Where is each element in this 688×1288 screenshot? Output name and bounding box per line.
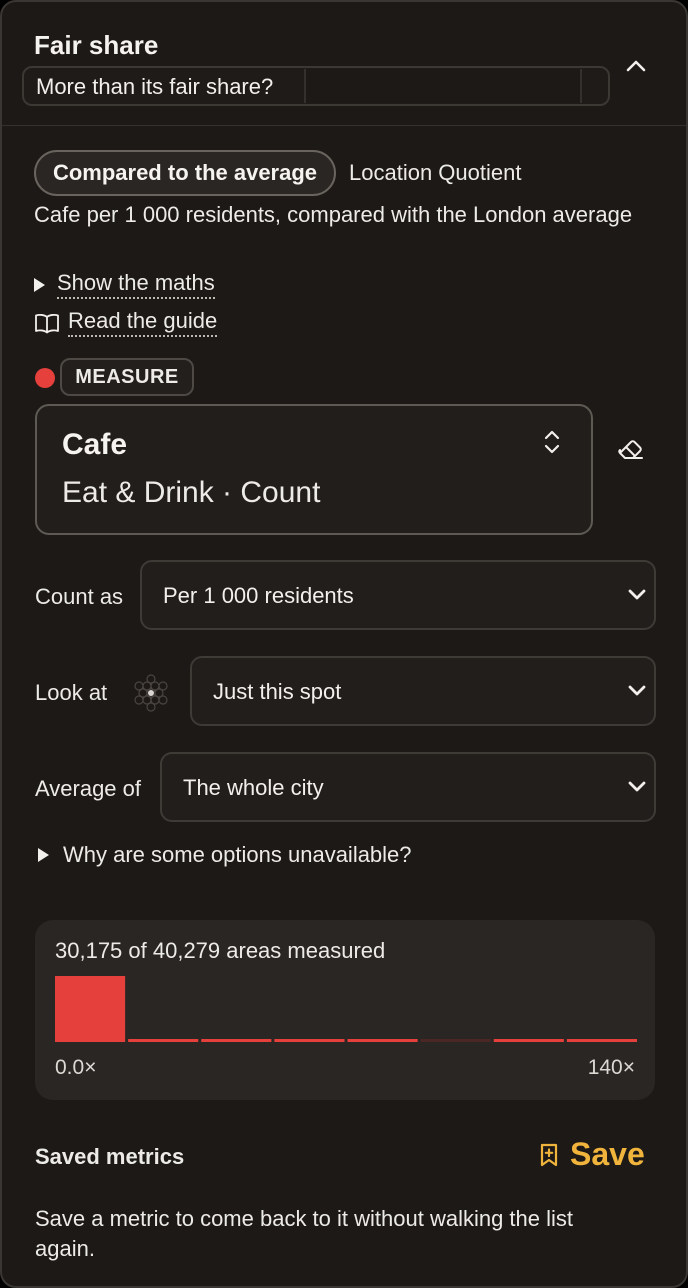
eraser-icon[interactable]: [616, 434, 646, 464]
panel-title: Fair share: [34, 30, 159, 60]
why-unavailable-label: Why are some options unavailable?: [63, 842, 412, 867]
measure-category: Eat & Drink · Count: [62, 476, 321, 509]
histogram-bar: [55, 976, 126, 1042]
show-maths-disclosure[interactable]: Show the maths: [34, 270, 215, 299]
why-unavailable-disclosure[interactable]: Why are some options unavailable?: [38, 842, 412, 868]
chevron-down-icon: [628, 781, 646, 792]
measure-description: Cafe per 1 000 residents, compared with …: [34, 202, 633, 227]
subtitle-text: More than its fair share?: [36, 74, 274, 99]
subtitle-track: [304, 69, 582, 103]
collapse-chevron-up-icon[interactable]: [620, 50, 652, 82]
look-at-select[interactable]: Just this spot: [190, 656, 656, 726]
chevron-down-icon: [628, 685, 646, 696]
areas-measured-summary: 30,175 of 40,279 areas measured: [55, 938, 386, 963]
mode-location-quotient-button[interactable]: Location Quotient: [349, 160, 521, 186]
book-icon: [35, 313, 59, 333]
chevron-updown-icon: [544, 430, 560, 454]
histogram-bar: [493, 1039, 564, 1042]
measure-badge: MEASURE: [60, 358, 194, 396]
count-as-label: Count as: [35, 584, 124, 609]
mode-compared-to-average-button[interactable]: Compared to the average: [34, 150, 336, 196]
average-of-select[interactable]: The whole city: [160, 752, 656, 822]
disclosure-triangle-icon: [38, 848, 49, 862]
read-guide-row[interactable]: Read the guide: [34, 308, 218, 337]
histogram-bar: [274, 1039, 345, 1042]
show-maths-link[interactable]: Show the maths: [57, 270, 215, 299]
saved-metrics-description: Save a metric to come back to it without…: [35, 1206, 574, 1261]
count-as-value: Per 1 000 residents: [163, 583, 354, 608]
histogram-bar: [420, 1039, 491, 1042]
count-as-select[interactable]: Per 1 000 residents: [140, 560, 656, 630]
panel-header: Fair share More than its fair share?: [2, 2, 686, 126]
saved-metrics-label: Saved metrics: [35, 1144, 185, 1169]
histogram-bar: [566, 1039, 637, 1042]
hex-grid-icon: [134, 674, 168, 712]
save-metric-button[interactable]: Save: [538, 1136, 645, 1173]
read-guide-link[interactable]: Read the guide: [68, 308, 218, 337]
distribution-histogram: [55, 976, 637, 1042]
histogram-min-label: 0.0×: [55, 1056, 97, 1079]
measure-picker[interactable]: Cafe Eat & Drink · Count: [35, 404, 593, 535]
bookmark-plus-icon: [540, 1143, 558, 1166]
measure-name: Cafe: [62, 428, 128, 461]
look-at-value: Just this spot: [213, 679, 342, 704]
histogram-bar: [128, 1039, 199, 1042]
subtitle-pill[interactable]: More than its fair share?: [22, 66, 610, 106]
fair-share-panel: Fair share More than its fair share? Com…: [0, 0, 688, 1288]
measure-color-dot: [35, 368, 55, 388]
histogram-bar: [201, 1039, 272, 1042]
look-at-label: Look at: [35, 680, 108, 705]
average-of-value: The whole city: [183, 775, 324, 800]
chevron-down-icon: [628, 589, 646, 600]
average-of-label: Average of: [35, 776, 142, 801]
save-label: Save: [570, 1136, 645, 1172]
distribution-card: 30,175 of 40,279 areas measured 0.0× 140…: [35, 920, 655, 1100]
histogram-bar: [347, 1039, 418, 1042]
disclosure-triangle-icon: [34, 277, 45, 292]
histogram-max-label: 140×: [587, 1056, 635, 1079]
